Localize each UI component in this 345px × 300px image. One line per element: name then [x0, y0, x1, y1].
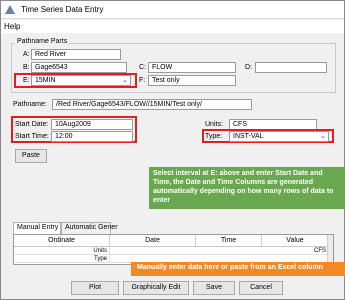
manual-entry-callout: Manually enter data here or paste from a… — [131, 262, 345, 276]
part-e-label: E: — [23, 77, 30, 84]
tab-manual-entry[interactable]: Manual Entry — [13, 222, 61, 234]
start-time-label: Start Time: — [15, 133, 49, 140]
start-date-label: Start Date: — [15, 121, 49, 128]
title-bar: Time Series Data Entry — [1, 1, 344, 19]
part-f-label: F: — [139, 77, 146, 84]
column-header-value: Value — [262, 235, 329, 247]
pathname-field[interactable]: /Red River/Gage6543/FLOW//15MIN/Test onl… — [52, 99, 252, 110]
units-row: Units CFS — [14, 248, 333, 255]
chevron-down-icon: ⌄ — [122, 77, 128, 84]
part-e-dropdown[interactable]: 15MIN ⌄ — [31, 75, 131, 86]
part-c-field[interactable]: FLOW — [148, 62, 236, 73]
plot-button[interactable]: Plot — [71, 281, 119, 295]
part-e-value: 15MIN — [35, 77, 56, 84]
column-header-time: Time — [196, 235, 262, 247]
tab-automatic-generation[interactable]: Automatic Gener — [61, 222, 118, 234]
part-c-label: C: — [139, 64, 146, 71]
start-date-field[interactable]: 10Aug2009 — [51, 119, 133, 130]
menu-help[interactable]: Help — [4, 22, 20, 31]
units-row-label: Units — [14, 248, 110, 255]
graphically-edit-button[interactable]: Graphically Edit — [123, 281, 189, 295]
type-dropdown[interactable]: INST-VAL ⌄ — [229, 131, 329, 142]
pathname-label: Pathname: — [13, 101, 47, 108]
type-value: INST-VAL — [233, 133, 264, 140]
start-time-field[interactable]: 12:00 — [51, 131, 133, 142]
type-row-label: Type — [14, 256, 110, 263]
units-row-value[interactable]: CFS — [262, 248, 329, 255]
part-d-label: D: — [245, 64, 252, 71]
window-title: Time Series Data Entry — [21, 5, 104, 14]
units-label: Units: — [205, 121, 223, 128]
part-b-field[interactable]: Gage6543 — [31, 62, 127, 73]
part-b-label: B: — [23, 64, 30, 71]
column-header-date: Date — [110, 235, 196, 247]
table-scrollbar[interactable] — [327, 235, 333, 264]
chevron-down-icon: ⌄ — [320, 133, 326, 140]
part-d-field[interactable] — [255, 62, 327, 73]
pathname-parts-title: Pathname Parts — [15, 38, 70, 45]
save-button[interactable]: Save — [193, 281, 235, 295]
cancel-button[interactable]: Cancel — [239, 281, 283, 295]
time-series-data-entry-window: Time Series Data Entry Help Pathname Par… — [0, 0, 345, 300]
menu-bar: Help — [1, 20, 344, 33]
part-a-field[interactable]: Red River — [31, 49, 121, 60]
column-header-ordinate: Ordinate — [14, 235, 110, 247]
part-f-field[interactable]: Test only — [148, 75, 236, 86]
type-label: Type: — [205, 133, 223, 140]
cell-ordinate: 1 — [14, 264, 110, 265]
app-icon — [5, 5, 15, 14]
data-table: Ordinate Date Time Value Units CFS Type … — [13, 234, 334, 265]
part-a-label: A: — [23, 51, 30, 58]
interval-callout: Select interval at E: above and enter St… — [149, 167, 345, 209]
table-header: Ordinate Date Time Value — [14, 235, 333, 247]
paste-button[interactable]: Paste — [15, 149, 47, 163]
